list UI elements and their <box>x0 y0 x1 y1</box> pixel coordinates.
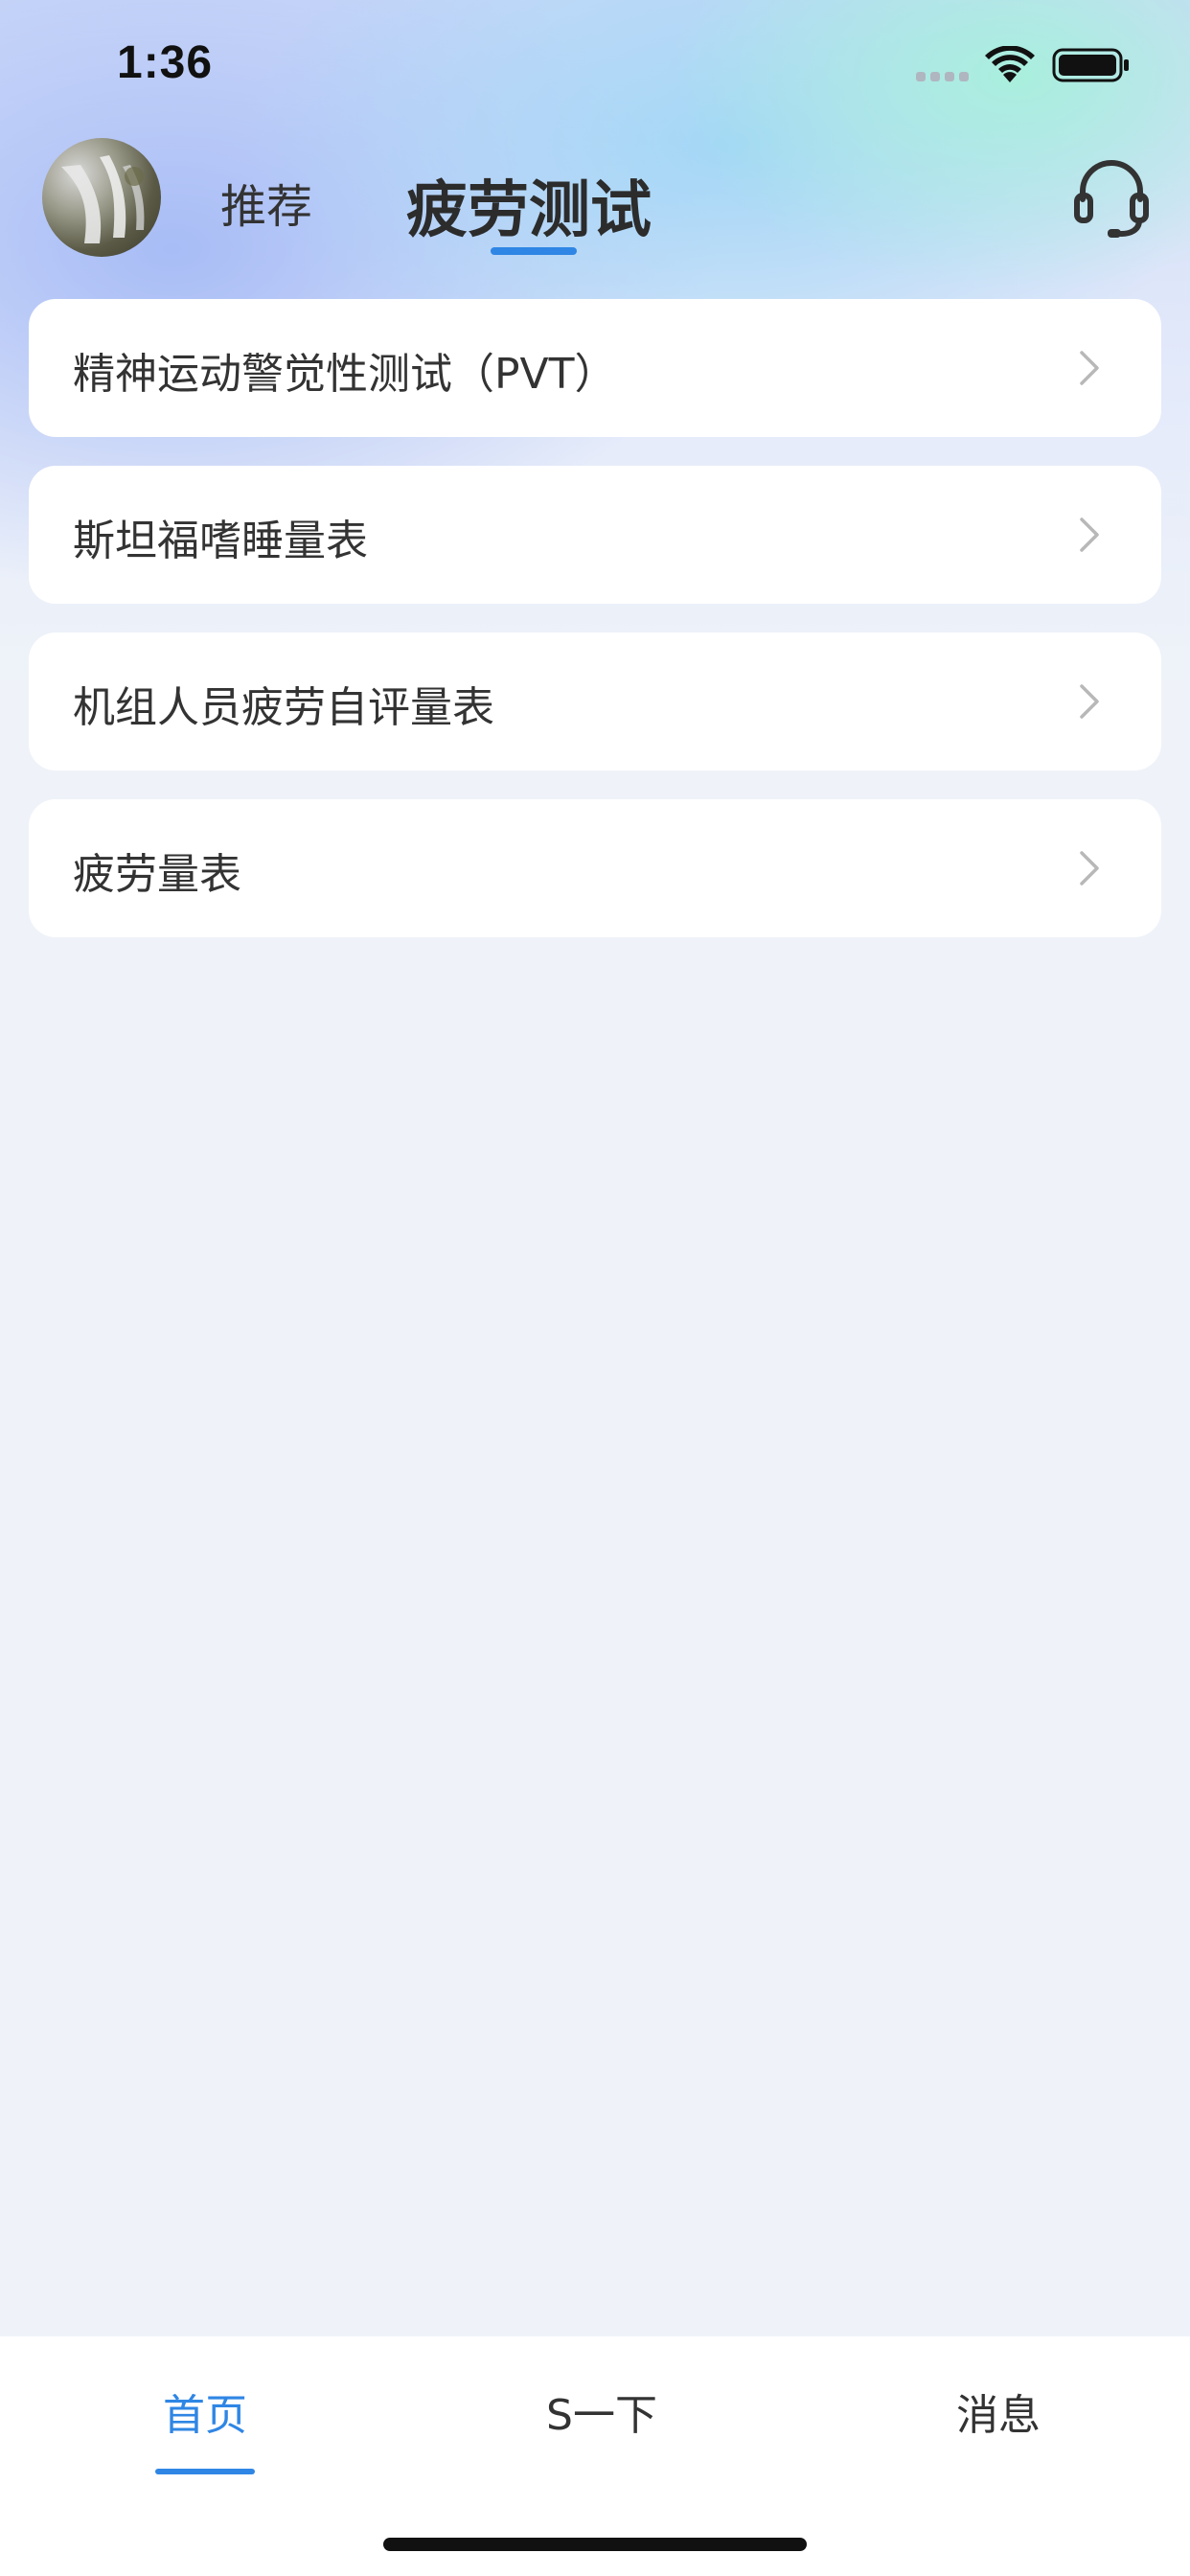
list-item-pvt[interactable]: 精神运动警觉性测试（PVT） <box>29 299 1161 437</box>
chevron-right-icon <box>1077 349 1102 387</box>
cellular-signal-icon <box>916 69 970 82</box>
fatigue-test-list: 精神运动警觉性测试（PVT） 斯坦福嗜睡量表 机组人员疲劳自评量表 疲劳量表 <box>29 299 1161 966</box>
list-item-fatigue-scale[interactable]: 疲劳量表 <box>29 799 1161 937</box>
header: 推荐 疲劳测试 <box>0 134 1190 297</box>
battery-icon <box>1052 46 1131 84</box>
list-item-stanford-sleepiness[interactable]: 斯坦福嗜睡量表 <box>29 466 1161 604</box>
list-item-label: 斯坦福嗜睡量表 <box>73 517 368 565</box>
tabbar-item-search[interactable]: S一下 <box>458 2380 745 2442</box>
list-item-label: 机组人员疲劳自评量表 <box>73 683 494 732</box>
chevron-right-icon <box>1077 682 1102 721</box>
status-bar: 1:36 <box>0 0 1190 134</box>
active-tabbar-indicator <box>155 2469 255 2474</box>
active-tab-indicator <box>491 247 577 255</box>
home-indicator[interactable] <box>383 2538 807 2551</box>
list-item-label: 疲劳量表 <box>73 850 241 899</box>
tabbar-item-messages[interactable]: 消息 <box>855 2380 1142 2442</box>
wifi-icon <box>985 45 1035 84</box>
status-time: 1:36 <box>117 37 214 88</box>
list-item-crew-fatigue-self-rating[interactable]: 机组人员疲劳自评量表 <box>29 632 1161 770</box>
customer-service-button[interactable] <box>1073 155 1150 240</box>
list-item-label: 精神运动警觉性测试（PVT） <box>73 350 617 399</box>
avatar[interactable] <box>42 138 161 257</box>
tab-fatigue-test[interactable]: 疲劳测试 <box>406 161 652 249</box>
headset-icon <box>1074 160 1149 238</box>
chevron-right-icon <box>1077 849 1102 887</box>
tabbar-item-home[interactable]: 首页 <box>61 2380 349 2442</box>
chevron-right-icon <box>1077 516 1102 554</box>
tab-recommend[interactable]: 推荐 <box>220 169 312 236</box>
